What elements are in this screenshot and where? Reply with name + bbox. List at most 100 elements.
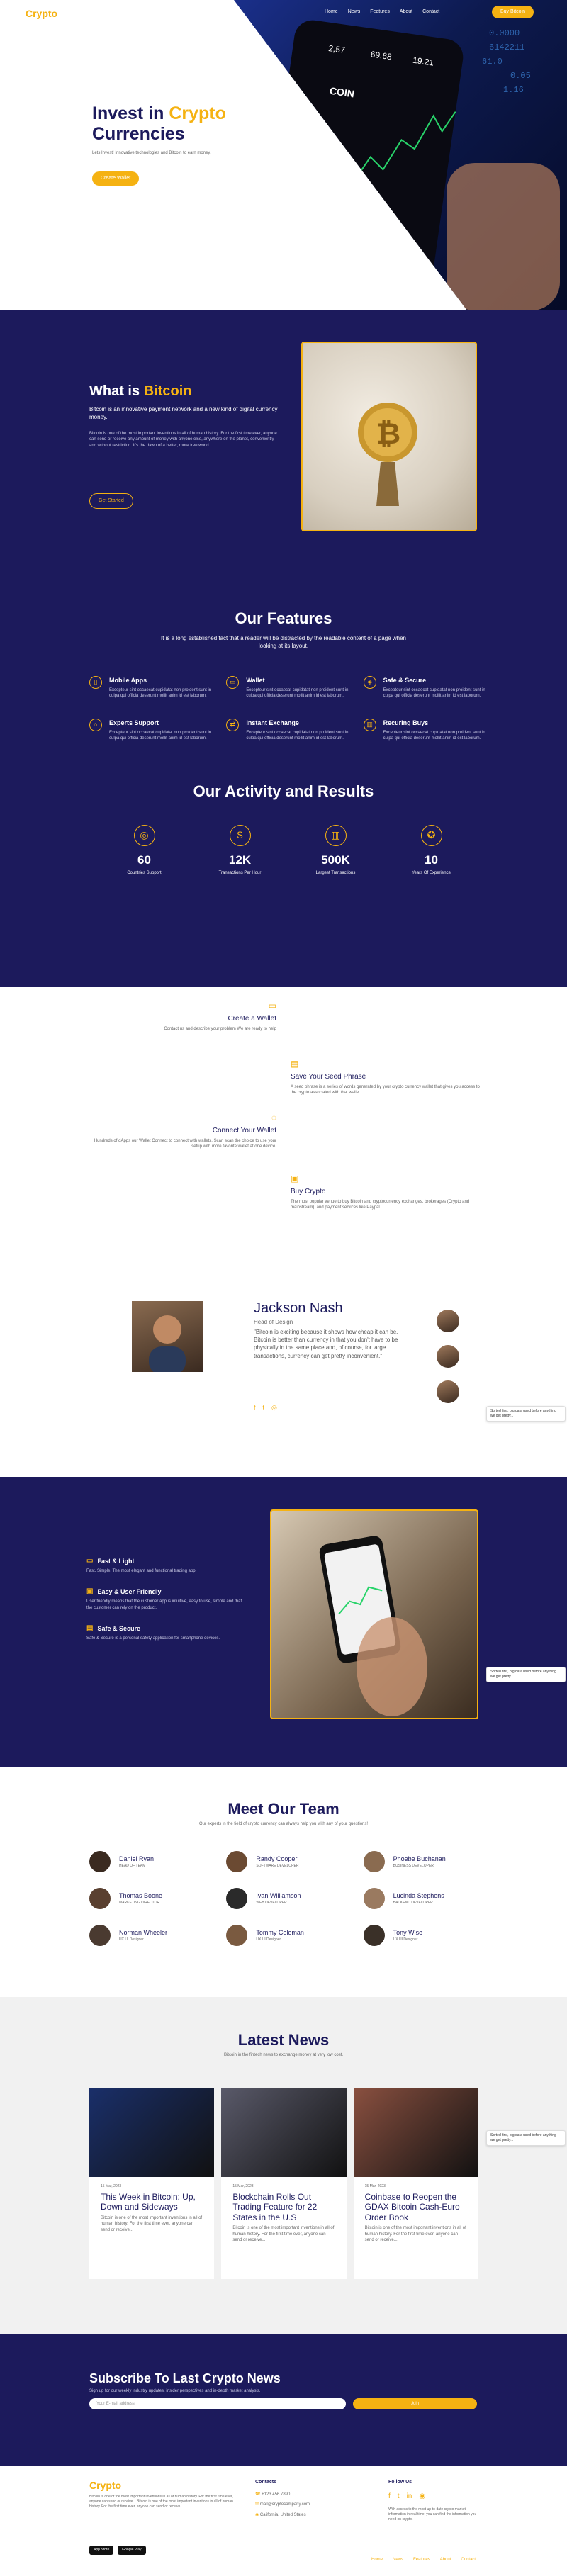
member-role: BUSINESS DEVELOPER (393, 1863, 434, 1868)
medal-icon: ✪ (420, 825, 442, 846)
nav-home[interactable]: Home (325, 9, 338, 16)
news-section: Latest News Bitcoin in the fintech news … (0, 1997, 567, 2334)
member-name: Lucinda Stephens (393, 1892, 444, 1900)
hero-title-highlight: Crypto (169, 103, 226, 123)
bitcoin-icon: ₿ (358, 403, 417, 506)
activity-stats: ◎ 60 Countries Support $12K Transactions Pe… (96, 825, 479, 876)
team-member[interactable]: Ivan Williamson WEB DEVELOPER (226, 1888, 349, 1909)
team-member[interactable]: Norman Wheeler UX UI Designer (89, 1925, 212, 1946)
github-icon[interactable]: ◉ (419, 2492, 425, 2502)
feature-title: Instant Exchange (246, 719, 299, 727)
svg-text:1.16: 1.16 (503, 85, 524, 95)
news-card[interactable]: 15 Mar, 2023 This Week in Bitcoin: Up, Do… (89, 2088, 215, 2279)
twitter-icon[interactable]: t (263, 1403, 265, 1412)
feature-card: ⇄ Instant Exchange Excepteur sint occaecat… (226, 719, 349, 741)
svg-text:0.0000: 0.0000 (489, 28, 520, 38)
news-headline[interactable]: This Week in Bitcoin: Up, Down and Sidew… (101, 2192, 203, 2212)
facebook-icon[interactable]: f (254, 1403, 256, 1412)
testimonial-avatar[interactable] (437, 1380, 459, 1403)
feature-card: ▯ Mobile Apps Excepteur sint occaecat cupi… (89, 676, 212, 699)
feature-desc: Excepteur sint occaecat cupidatat non pr… (246, 687, 349, 698)
cart-icon: ▣ (291, 1174, 299, 1183)
nav-about[interactable]: About (400, 9, 412, 16)
footer-link-contact[interactable]: Contact (461, 2557, 476, 2563)
team-member[interactable]: Tommy Coleman UX UI Designer (226, 1925, 349, 1946)
feature-title: Wallet (246, 677, 265, 684)
nav-news[interactable]: News (348, 9, 361, 16)
news-headline[interactable]: Blockchain Rolls Out Trading Feature for… (232, 2192, 335, 2222)
bitcoin-info-section: What is Bitcoin Bitcoin is an innovative… (0, 310, 567, 987)
team-member[interactable]: Thomas Boone MARKETING DIRECTOR (89, 1888, 212, 1909)
footer-link-features[interactable]: Features (413, 2557, 430, 2563)
step-title: Create a Wallet (228, 1015, 276, 1023)
news-image (89, 2088, 215, 2177)
feature-card: ▭ Wallet Excepteur sint occaecat cupidatat… (226, 676, 349, 699)
team-member[interactable]: Tony Wise UX UI Designer (363, 1925, 486, 1946)
step-desc: A seed phrase is a series of words gener… (291, 1085, 480, 1096)
link-icon: ◌ (271, 1113, 276, 1123)
feature-desc: Excepteur sint occaecat cupidatat non pr… (383, 687, 485, 698)
feature-card: ◈ Safe & Secure Excepteur sint occaecat cu… (363, 676, 486, 699)
step-title: Buy Crypto (291, 1188, 326, 1196)
hero-phone-image: 0.0000 6142211 61.0 0.05 1.16 COIN 2,57 69.… (234, 0, 567, 310)
team-member[interactable]: Phoebe Buchanan BUSINESS DEVELOPER (363, 1851, 486, 1872)
app-feature-title: Safe & Secure (97, 1624, 140, 1632)
google-play-button[interactable]: Google Play (118, 2546, 146, 2555)
join-button[interactable]: Join (353, 2398, 477, 2409)
step-desc: Contact us and describe your problem We … (164, 1027, 276, 1031)
phone-text: +123 456 7890 (262, 2492, 291, 2497)
footer-link-about[interactable]: About (440, 2557, 451, 2563)
instagram-icon[interactable]: ◎ (271, 1403, 277, 1412)
footer-link-home[interactable]: Home (371, 2557, 383, 2563)
email-input[interactable]: Your E-mail address (89, 2398, 346, 2409)
news-date: 15 Mar, 2023 (232, 2184, 254, 2188)
member-name: Ivan Williamson (256, 1892, 301, 1900)
avatar (226, 1925, 248, 1946)
app-section: ▭ Fast & Light Fast. Simple. The most eleg… (0, 1477, 567, 1767)
get-started-button[interactable]: Get Started (89, 493, 133, 509)
top-nav: Home News Features About Contact (325, 9, 439, 16)
cookie-notice[interactable]: Sorted first, big data used before anyth… (486, 1406, 566, 1422)
app-store-button[interactable]: App Store (89, 2546, 114, 2555)
news-date: 15 Mar, 2023 (101, 2184, 122, 2188)
user-icon: ▣ (86, 1587, 94, 1596)
features-header: Our Features It is a long established fa… (0, 608, 567, 650)
stat-value: 60 (137, 853, 151, 867)
news-headline[interactable]: Coinbase to Reopen the GDAX Bitcoin Cash… (365, 2192, 467, 2222)
document-icon: ▤ (291, 1059, 299, 1069)
facebook-icon[interactable]: f (388, 2492, 391, 2502)
avatar (89, 1851, 111, 1872)
linkedin-icon[interactable]: in (407, 2492, 412, 2502)
testimonial-section: Jackson Nash Head of Design "Bitcoin is … (0, 1278, 567, 1477)
team-member[interactable]: Randy Cooper SOFTWARE DEVELOPER (226, 1851, 349, 1872)
brand-logo[interactable]: Crypto (26, 7, 57, 21)
cookie-notice[interactable]: Sorted first, big data used before anyth… (486, 1667, 566, 1682)
stat-label: Countries Support (127, 870, 162, 875)
phone-contact[interactable]: ☎ +123 456 7890 (255, 2492, 310, 2497)
member-name: Phoebe Buchanan (393, 1855, 446, 1863)
create-wallet-button[interactable]: Create Wallet (92, 171, 140, 186)
contacts-heading: Contacts (255, 2480, 276, 2485)
hero-section: Crypto 0.0000 6142211 61.0 0.05 1.16 COIN 2… (0, 0, 567, 310)
footer-logo[interactable]: Crypto (89, 2479, 121, 2493)
footer-link-news[interactable]: News (393, 2557, 403, 2563)
footer-social-icons: f t in ◉ (388, 2492, 481, 2502)
email-contact[interactable]: ✉ mail@cryptocompany.com (255, 2502, 310, 2507)
testimonial-avatar[interactable] (437, 1345, 459, 1368)
mail-icon: ✉ (255, 2502, 260, 2507)
news-card[interactable]: 15 Mar, 2023 Blockchain Rolls Out Trading… (221, 2088, 347, 2279)
wallet-icon: ▭ (226, 676, 240, 689)
team-member[interactable]: Lucinda Stephens BACKEND DEVELOPER (363, 1888, 486, 1909)
nav-features[interactable]: Features (370, 9, 390, 16)
nav-contact[interactable]: Contact (422, 9, 439, 16)
news-card[interactable]: 15 Mar, 2023 Coinbase to Reopen the GDAX … (353, 2088, 478, 2279)
cookie-notice[interactable]: Sorted first, big data used before anyth… (486, 2130, 566, 2146)
steps-section: ▭ Create a Wallet Contact us and describ… (0, 987, 567, 1278)
news-title: Latest News (237, 2031, 330, 2049)
twitter-icon[interactable]: t (398, 2492, 400, 2502)
testimonial-avatar[interactable] (437, 1310, 459, 1332)
buy-bitcoin-button[interactable]: Buy Bitcoin (492, 6, 534, 18)
team-member[interactable]: Daniel Ryan HEAD OF TEAM (89, 1851, 212, 1872)
about-title-highlight: Bitcoin (143, 383, 192, 399)
app-feature-title: Easy & User Friendly (97, 1588, 162, 1596)
